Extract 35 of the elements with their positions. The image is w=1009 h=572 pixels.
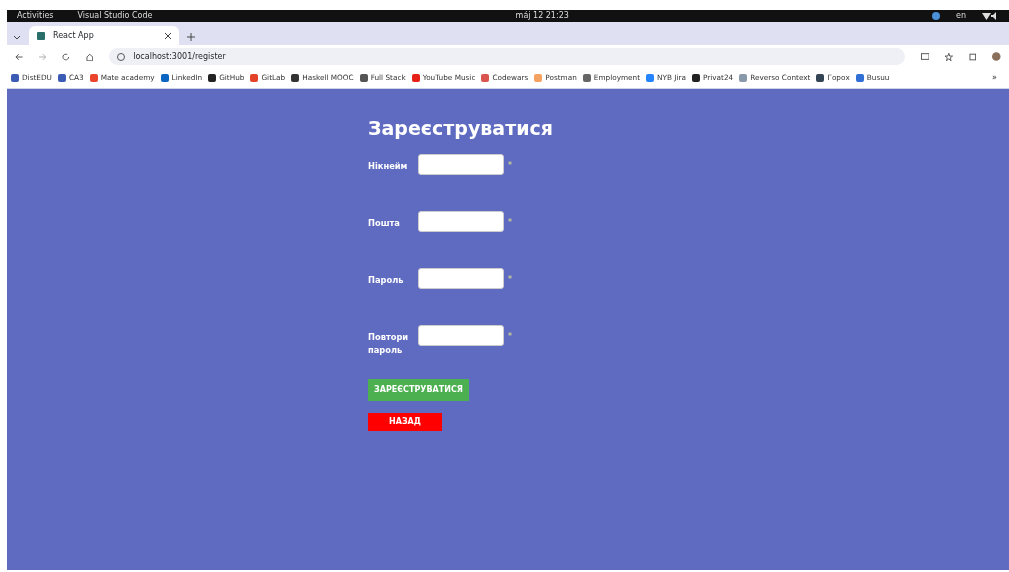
field-label: Нікнейм <box>368 159 409 173</box>
required-mark: * <box>508 159 512 172</box>
input-field[interactable] <box>418 267 504 289</box>
home-icon[interactable] <box>85 52 94 61</box>
language-indicator[interactable]: en <box>956 10 966 22</box>
close-icon[interactable] <box>165 32 171 39</box>
more-bookmarks-button[interactable]: » <box>992 72 997 84</box>
activities-button[interactable]: Activities <box>17 10 54 22</box>
field-label: Пароль <box>368 273 405 287</box>
address-bar[interactable]: localhost:3001/register <box>109 48 905 65</box>
input-field[interactable] <box>418 210 504 232</box>
required-mark: * <box>508 330 512 343</box>
field-label: Повтори пароль <box>368 330 410 358</box>
wifi-icon[interactable] <box>982 12 991 20</box>
url-text: localhost:3001/register <box>133 50 226 63</box>
input-field[interactable] <box>418 153 504 175</box>
page-icon <box>37 31 45 40</box>
dropdown-icon[interactable] <box>13 33 21 41</box>
new-tab-icon[interactable] <box>187 33 195 41</box>
avatar-icon[interactable] <box>992 52 1001 61</box>
input-field[interactable] <box>418 324 504 346</box>
field-label: Пошта <box>368 216 401 230</box>
globe-icon[interactable] <box>932 12 940 20</box>
speaker-icon[interactable] <box>991 12 999 20</box>
star-icon[interactable] <box>945 52 953 61</box>
required-mark: * <box>508 216 512 229</box>
clock[interactable]: máj 12 21:23 <box>515 10 569 22</box>
reload-icon[interactable] <box>62 52 70 61</box>
browser-tab[interactable]: React App <box>29 26 179 45</box>
form-title: Зареєструватися <box>368 117 554 140</box>
required-mark: * <box>508 273 512 286</box>
back-button[interactable]: НАЗАД <box>368 412 442 431</box>
app-menu[interactable]: Visual Studio Code <box>77 10 153 22</box>
screen-icon[interactable] <box>920 52 930 61</box>
back-icon[interactable] <box>15 52 23 61</box>
